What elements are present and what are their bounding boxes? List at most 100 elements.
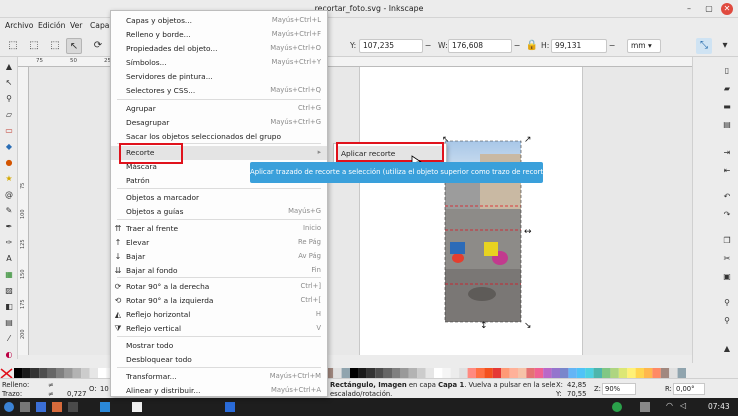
- save-icon[interactable]: ▬: [721, 101, 733, 112]
- palette-swatch[interactable]: [660, 368, 670, 378]
- browser-icon[interactable]: [52, 402, 62, 412]
- menu-item-relleno-y-borde[interactable]: Relleno y borde... Mayús+Ctrl+F: [111, 28, 327, 42]
- pencil-tool-icon[interactable]: ✎: [3, 205, 15, 216]
- menu-item-desagrupar[interactable]: Desagrupar Mayús+Ctrl+G: [111, 116, 327, 130]
- 3dbox-tool-icon[interactable]: ◆: [3, 141, 15, 152]
- menu-item-simbolos[interactable]: Símbolos... Mayús+Ctrl+Y: [111, 56, 327, 70]
- fill-indicator[interactable]: ≠: [48, 381, 54, 389]
- palette-swatch[interactable]: [383, 368, 392, 378]
- wifi-icon[interactable]: ◠: [666, 401, 673, 410]
- unit-select[interactable]: mm ▾: [627, 39, 661, 53]
- color-palette[interactable]: [0, 368, 690, 378]
- menu-item-traer-al-frente[interactable]: ⇈ Traer al frente Inicio: [111, 222, 327, 236]
- palette-swatch[interactable]: [56, 368, 65, 378]
- menu-edicion[interactable]: Edición: [38, 21, 65, 30]
- text-tool-icon[interactable]: A: [3, 253, 15, 264]
- palette-swatch[interactable]: [47, 368, 56, 378]
- redo-icon[interactable]: ↷: [721, 209, 733, 220]
- spiral-tool-icon[interactable]: @: [3, 189, 15, 200]
- snap-options-icon[interactable]: ▾: [717, 38, 733, 54]
- palette-swatch[interactable]: [593, 368, 602, 378]
- palette-swatch[interactable]: [459, 368, 468, 378]
- palette-swatch[interactable]: [442, 368, 451, 378]
- menu-ver[interactable]: Ver: [70, 21, 82, 30]
- palette-swatch[interactable]: [526, 368, 535, 378]
- palette-swatch[interactable]: [98, 368, 107, 378]
- palette-swatch[interactable]: [341, 368, 350, 378]
- volume-icon[interactable]: ◁: [680, 401, 686, 410]
- measure-tool-icon[interactable]: ▱: [3, 109, 15, 120]
- tray-icon-1[interactable]: [612, 402, 622, 412]
- menu-item-selectores-y-css[interactable]: Selectores y CSS... Mayús+Ctrl+Q: [111, 84, 327, 98]
- palette-swatch[interactable]: [509, 368, 518, 378]
- palette-swatch[interactable]: [610, 368, 619, 378]
- star-tool-icon[interactable]: ★: [3, 173, 15, 184]
- palette-swatch[interactable]: [560, 368, 569, 378]
- stroke-indicator[interactable]: ≠: [48, 390, 54, 398]
- palette-swatch[interactable]: [425, 368, 434, 378]
- rotation-field[interactable]: 0,00°: [673, 383, 705, 395]
- menu-item-rotar-derecha[interactable]: ⟳ Rotar 90° a la derecha Ctrl+]: [111, 280, 327, 294]
- palette-swatch[interactable]: [333, 368, 342, 378]
- touch-select-icon[interactable]: ↖: [66, 38, 82, 54]
- palette-swatch[interactable]: [366, 368, 376, 378]
- palette-swatch[interactable]: [492, 368, 502, 378]
- palette-swatch[interactable]: [72, 368, 82, 378]
- files-icon[interactable]: [20, 402, 30, 412]
- app-icon-1[interactable]: [36, 402, 46, 412]
- menu-item-rotar-izquierda[interactable]: ⟲ Rotar 90° a la izquierda Ctrl+[: [111, 294, 327, 308]
- opacity-value[interactable]: 10: [100, 385, 109, 393]
- menu-item-elevar[interactable]: ↑ Elevar Re Pág: [111, 236, 327, 250]
- zoom-drawing-icon[interactable]: ⚲: [721, 315, 733, 326]
- palette-swatch[interactable]: [22, 368, 31, 378]
- w-field[interactable]: 176,608: [448, 39, 512, 53]
- dropper-tool-icon[interactable]: ⁄: [3, 333, 15, 344]
- palette-swatch[interactable]: [576, 368, 586, 378]
- menu-item-objetos-a-marcador[interactable]: Objetos a marcador: [111, 191, 327, 205]
- tray-icon-2[interactable]: [640, 402, 650, 412]
- menu-item-bajar-al-fondo[interactable]: ⇊ Bajar al fondo Fin: [111, 264, 327, 278]
- y-minus-icon[interactable]: −: [423, 38, 433, 54]
- palette-swatch[interactable]: [39, 368, 48, 378]
- cut-icon[interactable]: ✂: [721, 253, 733, 264]
- gradient-tool-icon[interactable]: ▤: [3, 317, 15, 328]
- menu-item-reflejo-vertical[interactable]: ⧩ Reflejo vertical V: [111, 322, 327, 336]
- palette-swatch[interactable]: [408, 368, 418, 378]
- palette-swatch[interactable]: [534, 368, 544, 378]
- palette-swatch[interactable]: [81, 368, 90, 378]
- snap-icon[interactable]: ⤡: [696, 38, 712, 54]
- ellipse-tool-icon[interactable]: ●: [3, 157, 15, 168]
- palette-swatch[interactable]: [89, 368, 98, 378]
- bucket-tool-icon[interactable]: ◧: [3, 301, 15, 312]
- menu-item-alinear-y-distribuir[interactable]: Alinear y distribuir... Mayús+Ctrl+A: [111, 384, 327, 398]
- export-icon[interactable]: ⇤: [721, 165, 733, 176]
- minimize-icon[interactable]: –: [683, 3, 695, 15]
- palette-swatch[interactable]: [392, 368, 401, 378]
- undo-icon[interactable]: ↶: [721, 191, 733, 202]
- open-icon[interactable]: ▰: [721, 83, 733, 94]
- zoom-tool-icon[interactable]: ⚲: [3, 93, 15, 104]
- palette-swatch[interactable]: [618, 368, 628, 378]
- close-icon[interactable]: ✕: [721, 3, 733, 15]
- select-all-icon[interactable]: ⬚: [5, 38, 21, 54]
- menu-item-bajar[interactable]: ↓ Bajar Av Pág: [111, 250, 327, 264]
- select-all-layers-icon[interactable]: ⬚: [26, 38, 42, 54]
- maximize-icon[interactable]: ▢: [703, 3, 715, 15]
- palette-swatch[interactable]: [64, 368, 73, 378]
- palette-swatch[interactable]: [400, 368, 409, 378]
- eraser-tool-icon[interactable]: ▨: [3, 285, 15, 296]
- rect-tool-icon[interactable]: ▭: [3, 125, 15, 136]
- palette-swatch[interactable]: [434, 368, 443, 378]
- palette-swatch[interactable]: [543, 368, 552, 378]
- print-icon[interactable]: ▤: [721, 119, 733, 130]
- palette-swatch[interactable]: [476, 368, 485, 378]
- palette-swatch[interactable]: [358, 368, 367, 378]
- zoom-field[interactable]: 90%: [602, 383, 636, 395]
- menu-item-agrupar[interactable]: Agrupar Ctrl+G: [111, 102, 327, 116]
- node-tool-icon[interactable]: ↖: [3, 77, 15, 88]
- palette-swatch[interactable]: [501, 368, 510, 378]
- w-minus-icon[interactable]: −: [512, 38, 522, 54]
- menu-archivo[interactable]: Archivo: [5, 21, 33, 30]
- lock-icon[interactable]: 🔒: [524, 38, 540, 54]
- menu-item-sacar-del-grupo[interactable]: Sacar los objetos seleccionados del grup…: [111, 130, 327, 144]
